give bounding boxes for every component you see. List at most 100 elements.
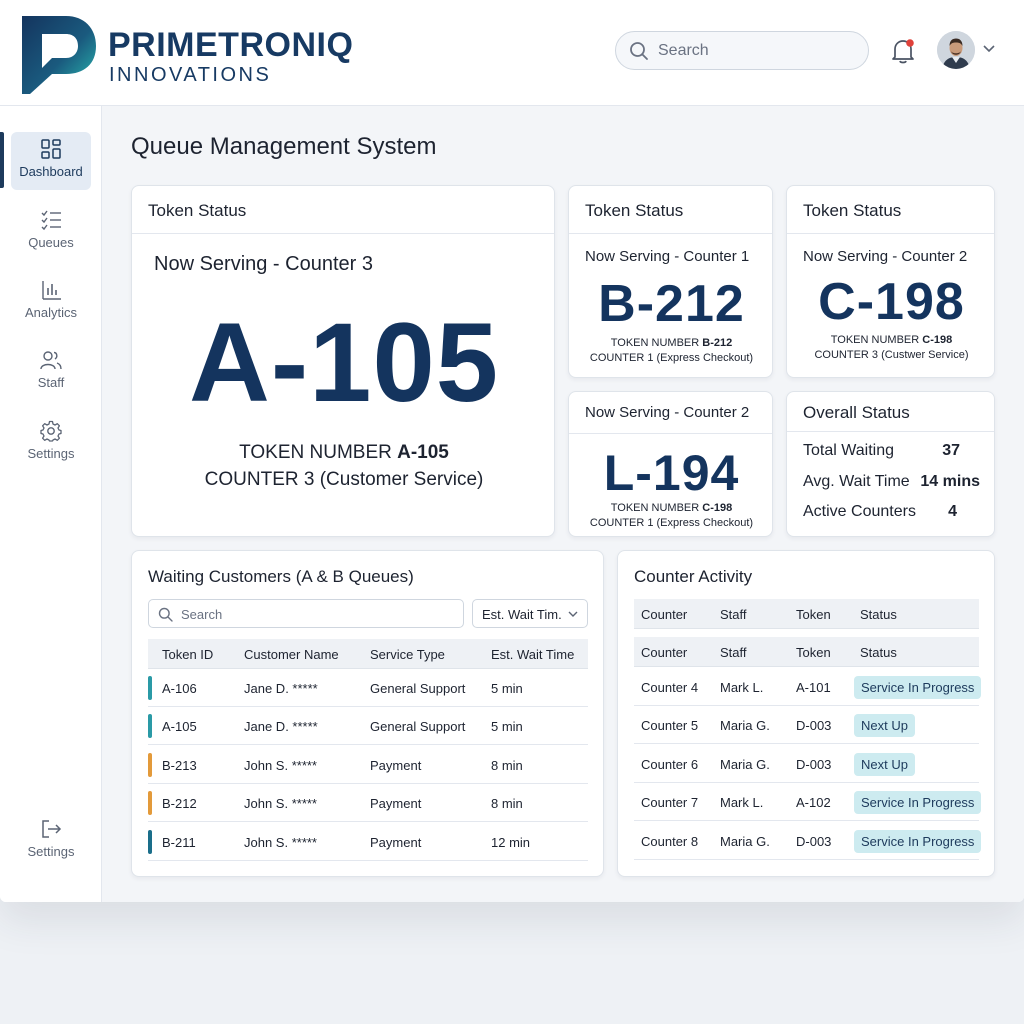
chevron-down-icon[interactable] (983, 45, 995, 53)
column-header: Status (860, 645, 897, 660)
sidebar-item-label: Settings (27, 844, 75, 859)
overall-status-card: Overall Status Total Waiting 37 Avg. Wai… (786, 391, 995, 537)
sidebar-item-queues[interactable]: Queues (11, 203, 91, 261)
card-header: Token Status (132, 186, 554, 234)
table-cell-staff: Maria G. (720, 718, 770, 734)
column-header: Token (796, 645, 831, 660)
global-search-input[interactable]: Search (615, 31, 869, 70)
token-number-prefix: TOKEN NUMBER (239, 442, 398, 463)
current-token-number: C-198 (818, 273, 965, 331)
table-cell-counter: Counter 8 (641, 833, 699, 849)
activity-table-header-top: Counter Staff Token Status (634, 599, 979, 629)
table-row[interactable]: B-212 John S. ***** Payment 8 min (148, 784, 588, 823)
token-status-card-counter1: Token Status Now Serving - Counter 1 B-2… (568, 185, 773, 378)
table-cell-staff: Mark L. (720, 795, 764, 811)
table-row[interactable]: B-211 John S. ***** Payment 12 min (148, 823, 588, 861)
queue-color-indicator (148, 829, 152, 854)
token-number-line: TOKEN NUMBER C-198 (787, 334, 996, 346)
table-cell-token: A-105 (162, 719, 197, 735)
card-title: Token Status (585, 201, 684, 220)
table-cell-name: John S. ***** (244, 757, 317, 773)
token-number-value: C-198 (922, 334, 953, 346)
table-cell-staff: Maria G. (720, 833, 770, 849)
sidebar-item-staff[interactable]: Staff (11, 343, 91, 401)
stat-label-total-waiting: Total Waiting (803, 442, 894, 459)
wait-time-filter-select[interactable]: Est. Wait Tim. (472, 599, 588, 628)
table-row[interactable]: Counter 6 Maria G. D-003 Next Up (634, 745, 979, 783)
search-placeholder: Search (658, 42, 709, 59)
user-avatar[interactable] (937, 31, 975, 69)
column-header: Service Type (370, 647, 445, 662)
table-row[interactable]: B-213 John S. ***** Payment 8 min (148, 746, 588, 784)
table-cell-wait: 5 min (491, 719, 523, 735)
sidebar-item-label: Staff (37, 375, 65, 390)
table-cell-name: John S. ***** (244, 834, 317, 850)
app-window: PRIMETRONIQ INNOVATIONS Search Dashboard… (0, 0, 1024, 902)
status-badge: Service In Progress (854, 676, 982, 699)
counter-service-line: COUNTER 3 (Custwer Service) (814, 349, 969, 361)
token-number-value: A-105 (397, 442, 449, 463)
sidebar-item-logout[interactable]: Settings (11, 812, 91, 870)
table-cell-service: General Support (370, 719, 466, 735)
table-row[interactable]: Counter 8 Maria G. D-003 Service In Progres… (634, 822, 982, 860)
table-row[interactable]: Counter 4 Mark L. A-101 Service In Progress (634, 668, 982, 706)
search-icon (630, 42, 648, 60)
token-number-line: TOKEN NUMBER C-198 (569, 502, 774, 514)
waiting-table-header: Token ID Customer Name Service Type Est.… (148, 639, 588, 669)
queue-color-indicator (148, 676, 152, 700)
table-cell-service: Payment (370, 757, 422, 773)
column-header: Token ID (162, 647, 214, 662)
table-cell-token: D-003 (796, 833, 832, 849)
column-header: Staff (720, 645, 747, 660)
users-icon (40, 351, 62, 370)
table-cell-token: B-212 (162, 796, 197, 812)
token-number-prefix: TOKEN NUMBER (610, 337, 703, 349)
sidebar-item-label: Queues (28, 235, 74, 250)
waiting-customers-card: Waiting Customers (A & B Queues) Search … (131, 550, 604, 877)
sidebar-item-label: Analytics (24, 305, 78, 320)
now-serving-label: Now Serving - Counter 2 (803, 248, 968, 265)
stat-value-avg-wait: 14 mins (920, 473, 980, 490)
token-status-card-counter2-alt: Now Serving - Counter 2 L-194 TOKEN NUMB… (568, 391, 773, 537)
status-badge: Next Up (854, 714, 915, 738)
column-header: Counter (641, 607, 688, 622)
card-title: Counter Activity (634, 567, 753, 586)
table-cell-token: B-213 (162, 757, 197, 773)
select-value: Est. Wait Tim. (482, 607, 562, 622)
table-row[interactable]: Counter 5 Maria G. D-003 Next Up (634, 706, 979, 745)
table-row[interactable]: Counter 7 Mark L. A-102 Service In Progress (634, 783, 982, 822)
queue-color-indicator (148, 791, 152, 816)
sidebar-item-analytics[interactable]: Analytics (11, 273, 91, 331)
table-cell-wait: 5 min (491, 681, 523, 696)
sidebar-item-settings[interactable]: Settings (11, 414, 91, 472)
sidebar-item-dashboard[interactable]: Dashboard (11, 132, 91, 190)
waiting-search-input[interactable]: Search (148, 599, 464, 628)
table-row[interactable]: A-106 Jane D. ***** General Support 5 min (148, 669, 588, 707)
counter-service-line: COUNTER 1 (Express Checkout) (589, 352, 754, 364)
card-title: Token Status (148, 201, 247, 220)
current-token-number: B-212 (598, 275, 745, 333)
counter-activity-card: Counter Activity Counter Staff Token Sta… (617, 550, 995, 877)
checklist-icon (41, 210, 61, 231)
logout-icon (42, 820, 62, 838)
status-badge: Service In Progress (854, 791, 982, 815)
table-cell-counter: Counter 4 (641, 680, 699, 695)
token-number-value: B-212 (702, 337, 733, 349)
page-title: Queue Management System (131, 133, 437, 160)
table-row[interactable]: A-105 Jane D. ***** General Support 5 min (148, 707, 588, 746)
column-header: Counter (641, 645, 688, 660)
bar-chart-icon (42, 281, 61, 300)
current-token-number: A-105 (188, 300, 500, 425)
queue-color-indicator (148, 752, 152, 777)
brand-name: PRIMETRONIQ (108, 26, 354, 64)
table-cell-wait: 12 min (491, 834, 531, 850)
gear-icon (40, 420, 62, 442)
status-badge: Service In Progress (854, 829, 982, 853)
sidebar-item-label: Settings (27, 446, 75, 461)
table-cell-staff: Maria G. (720, 756, 770, 772)
table-cell-token: A-101 (796, 680, 831, 695)
notification-bell-icon[interactable] (890, 37, 916, 65)
counter-service-line: COUNTER 3 (Customer Service) (204, 469, 484, 490)
card-header: Token Status (787, 186, 994, 234)
token-number-value: C-198 (702, 502, 733, 514)
